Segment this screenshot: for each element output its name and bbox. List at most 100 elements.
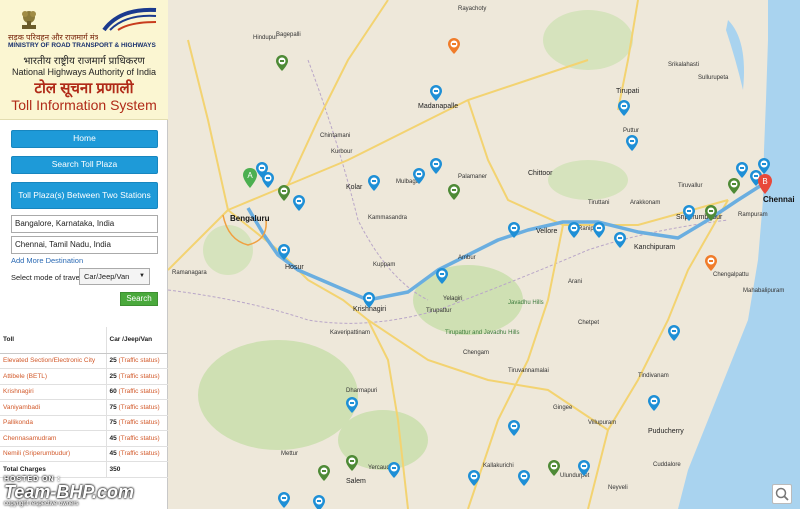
map-town-label: Rampuram — [738, 212, 768, 218]
total-value: 350 — [106, 461, 168, 478]
forest-area — [198, 340, 358, 450]
toll-plaza-marker-icon[interactable] — [293, 195, 305, 211]
map-town-label: Tindivanam — [638, 373, 669, 379]
toll-plaza-marker-icon[interactable] — [705, 255, 717, 271]
toll-plaza-marker-icon[interactable] — [668, 325, 680, 341]
toll-name[interactable]: Attibele (BETL) — [3, 373, 47, 380]
toll-plaza-marker-icon[interactable] — [346, 455, 358, 471]
toll-name-link[interactable]: Krishnagiri — [0, 384, 107, 400]
traffic-status-link[interactable]: (Traffic status) — [119, 419, 160, 426]
toll-fee: 75 — [109, 403, 117, 411]
forest-area — [203, 225, 253, 275]
total-label: Total Charges — [0, 461, 107, 478]
end-pin-icon[interactable]: B — [758, 174, 772, 194]
column-header-toll: Toll — [0, 327, 107, 354]
travel-mode-select[interactable]: Car/Jeep/Van ▼ — [79, 268, 150, 285]
traffic-status-link[interactable]: (Traffic status) — [119, 388, 160, 395]
toll-plaza-marker-icon[interactable] — [758, 158, 770, 174]
toll-plaza-marker-icon[interactable] — [368, 175, 380, 191]
lake-area — [726, 20, 744, 90]
toll-plaza-marker-icon[interactable] — [468, 470, 480, 486]
to-location-input[interactable]: Chennai, Tamil Nadu, India — [11, 236, 158, 254]
add-destination-link[interactable]: Add More Destination — [11, 256, 83, 265]
toll-plaza-marker-icon[interactable] — [262, 172, 274, 188]
toll-name[interactable]: Krishnagiri — [3, 388, 34, 395]
start-pin-label: A — [247, 171, 253, 180]
toll-name[interactable]: Vaniyambadi — [3, 404, 40, 411]
toll-name-link[interactable]: Chennasamudram — [0, 430, 107, 447]
toll-plaza-marker-icon[interactable] — [430, 85, 442, 101]
map-town-label: Kolar — [346, 184, 363, 191]
toll-plaza-marker-icon[interactable] — [346, 397, 358, 413]
toll-name-link[interactable]: Pallikonda — [0, 415, 107, 431]
toll-plaza-marker-icon[interactable] — [614, 232, 626, 248]
map-view[interactable]: Bengaluru Chennai Hosur Krishnagiri Vellore K… — [168, 0, 800, 509]
toll-plaza-marker-icon[interactable] — [363, 292, 375, 308]
search-toll-plaza-button[interactable]: Search Toll Plaza — [11, 156, 158, 174]
total-row: Total Charges 350 — [0, 461, 168, 478]
toll-plaza-marker-icon[interactable] — [736, 162, 748, 178]
home-button[interactable]: Home — [11, 130, 158, 148]
toll-plaza-marker-icon[interactable] — [548, 460, 560, 476]
toll-fee-cell: 60 (Traffic status) — [106, 384, 168, 400]
toll-plaza-marker-icon[interactable] — [705, 205, 717, 221]
traffic-status-link[interactable]: (Traffic status) — [119, 435, 160, 442]
map-town-label: Chetpet — [578, 320, 600, 326]
toll-name[interactable]: Chennasamudram — [3, 435, 56, 442]
toll-name[interactable]: Elevated Section/Electronic City — [3, 357, 95, 364]
traffic-status-link[interactable]: (Traffic status) — [119, 450, 160, 457]
toll-plaza-marker-icon[interactable] — [313, 495, 325, 509]
toll-plaza-marker-icon[interactable] — [388, 462, 400, 478]
map-town-label: Chengalpattu — [713, 272, 749, 278]
toll-plaza-marker-icon[interactable] — [318, 465, 330, 481]
from-location-input[interactable]: Bangalore, Karnataka, India — [11, 215, 158, 233]
toll-plaza-marker-icon[interactable] — [278, 492, 290, 508]
map-town-label: Arakkonam — [630, 200, 661, 206]
toll-name-link[interactable]: Vaniyambadi — [0, 399, 107, 416]
map-town-label: Sullurupeta — [698, 75, 729, 81]
start-pin-icon[interactable]: A — [243, 168, 257, 188]
toll-plaza-marker-icon[interactable] — [618, 100, 630, 116]
search-button[interactable]: Search — [120, 292, 158, 306]
table-row: Krishnagiri 60 (Traffic status) — [0, 384, 168, 400]
toll-name-link[interactable]: Elevated Section/Electronic City — [0, 353, 107, 369]
toll-name[interactable]: Nemili (Sriperumbudur) — [3, 450, 70, 457]
toll-between-stations-button[interactable]: Toll Plaza(s) Between Two Stations — [11, 182, 158, 209]
toll-plaza-marker-icon[interactable] — [430, 158, 442, 174]
nhai-logo-icon — [102, 7, 157, 32]
traffic-status-link[interactable]: (Traffic status) — [119, 373, 160, 380]
traffic-status-link[interactable]: (Traffic status) — [119, 404, 160, 411]
toll-plaza-marker-icon[interactable] — [276, 55, 288, 71]
toll-fee: 25 — [109, 357, 117, 365]
zoom-icon[interactable] — [772, 484, 792, 504]
toll-plaza-marker-icon[interactable] — [278, 244, 290, 260]
toll-plaza-marker-icon[interactable] — [728, 178, 740, 194]
toll-plaza-marker-icon[interactable] — [413, 168, 425, 184]
toll-plaza-marker-icon[interactable] — [436, 268, 448, 284]
toll-plaza-marker-icon[interactable] — [683, 205, 695, 221]
toll-plaza-marker-icon[interactable] — [508, 420, 520, 436]
table-row: Elevated Section/Electronic City 25 (Traf… — [0, 353, 168, 369]
toll-name-link[interactable]: Attibele (BETL) — [0, 368, 107, 385]
map-town-label: Kallakurichi — [483, 463, 514, 469]
toll-plaza-marker-icon[interactable] — [568, 222, 580, 238]
toll-plaza-marker-icon[interactable] — [626, 135, 638, 151]
map-town-label: Chittoor — [528, 170, 553, 177]
toll-plaza-marker-icon[interactable] — [593, 222, 605, 238]
map-town-label: Cuddalore — [653, 462, 681, 468]
map-town-label: Ambur — [458, 255, 476, 261]
toll-plaza-marker-icon[interactable] — [648, 395, 660, 411]
toll-plaza-marker-icon[interactable] — [448, 184, 460, 200]
toll-plaza-marker-icon[interactable] — [578, 460, 590, 476]
map-town-label: Arani — [568, 279, 583, 285]
toll-plaza-marker-icon[interactable] — [448, 38, 460, 54]
toll-plaza-marker-icon[interactable] — [278, 185, 290, 201]
toll-plaza-marker-icon[interactable] — [508, 222, 520, 238]
toll-plaza-marker-icon[interactable] — [518, 470, 530, 486]
table-row: Nemili (Sriperumbudur) 45 (Traffic status… — [0, 446, 168, 462]
chevron-down-icon: ▼ — [139, 273, 145, 279]
toll-fee-cell: 25 (Traffic status) — [106, 353, 168, 369]
toll-name-link[interactable]: Nemili (Sriperumbudur) — [0, 446, 107, 462]
traffic-status-link[interactable]: (Traffic status) — [119, 357, 160, 364]
toll-name[interactable]: Pallikonda — [3, 419, 33, 426]
